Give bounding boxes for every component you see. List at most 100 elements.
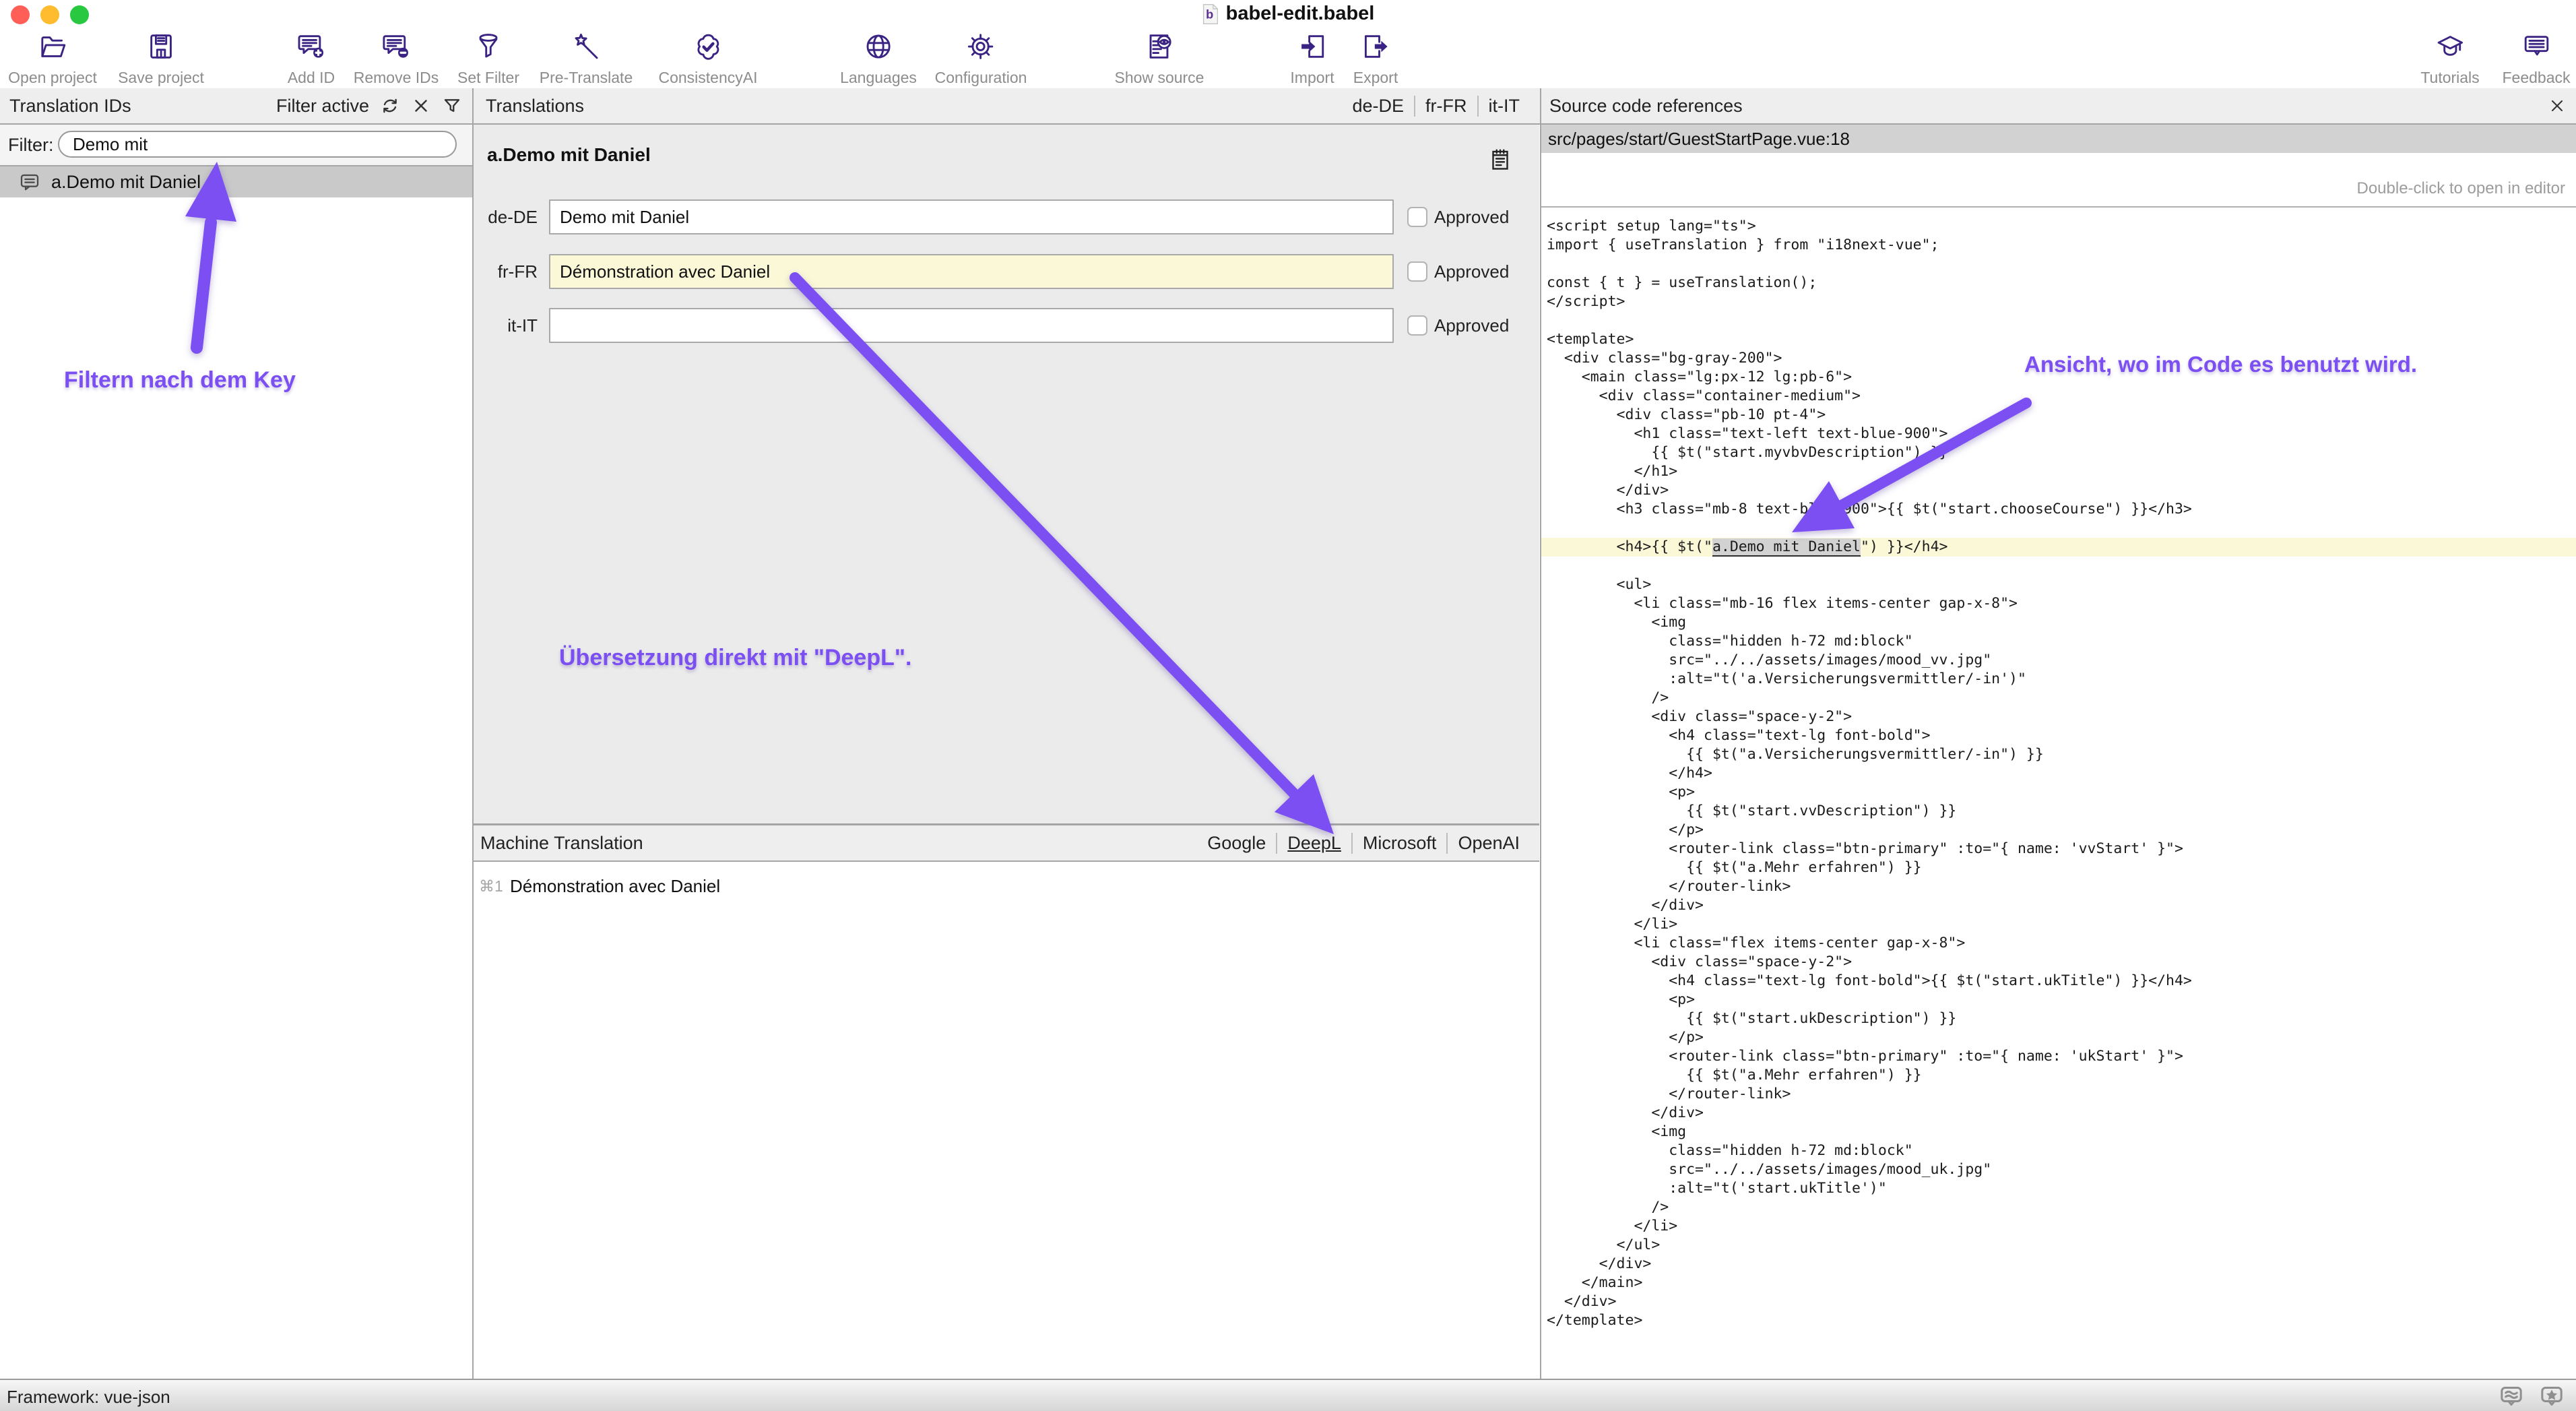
shortcut-badge: ⌘1 <box>479 877 510 896</box>
graduation-cap-icon <box>2435 31 2466 65</box>
code-line: <p> <box>1541 783 2576 802</box>
toolbar: Open project Save project Add ID Remove … <box>0 30 2576 90</box>
translation-input-it[interactable] <box>549 308 1394 343</box>
code-line: const { t } = useTranslation(); <box>1541 274 2576 292</box>
code-line: <template> <box>1541 330 2576 349</box>
floppy-disk-icon <box>146 31 176 65</box>
consistency-ai-button[interactable]: ConsistencyAI <box>658 31 757 87</box>
code-line: </div> <box>1541 481 2576 500</box>
languages-button[interactable]: Languages <box>840 31 917 87</box>
clear-filter-icon[interactable] <box>411 96 431 116</box>
translation-row-it: it-IT Approved <box>476 308 1509 343</box>
code-line: <p> <box>1541 991 2576 1009</box>
code-line: <h4>{{ $t("a.Demo mit Daniel") }}</h4> <box>1541 538 2576 557</box>
gear-icon <box>965 31 996 65</box>
tutorials-button[interactable]: Tutorials <box>2420 31 2479 87</box>
toolbar-item-label: Open project <box>8 69 97 87</box>
feedback-button[interactable]: Feedback <box>2502 31 2570 87</box>
code-line: /> <box>1541 689 2576 708</box>
toolbar-item-label: Remove IDs <box>354 69 439 87</box>
magic-wand-icon <box>571 31 602 65</box>
code-line: <h4 class="text-lg font-bold"> <box>1541 726 2576 745</box>
code-line: {{ $t("start.vvDescription") }} <box>1541 802 2576 821</box>
code-line: </p> <box>1541 1028 2576 1047</box>
babeledit-window: b babel-edit.babel Open project Save pro… <box>0 0 2576 1411</box>
remove-ids-button[interactable]: Remove IDs <box>354 31 439 87</box>
provider-tab-google[interactable]: Google <box>1197 833 1276 854</box>
code-line: </li> <box>1541 1217 2576 1236</box>
code-line: /> <box>1541 1198 2576 1217</box>
provider-tab-openai[interactable]: OpenAI <box>1446 833 1530 854</box>
approved-label: Approved <box>1434 207 1509 228</box>
source-code-view[interactable]: <script setup lang="ts">import { useTran… <box>1541 209 2576 1379</box>
provider-tab-microsoft[interactable]: Microsoft <box>1351 833 1447 854</box>
translations-editor: a.Demo mit Daniel de-DE Approved fr-FR A… <box>474 125 1539 823</box>
toolbar-item-label: Feedback <box>2502 69 2570 87</box>
language-tab-it[interactable]: it-IT <box>1477 96 1531 117</box>
mt-suggestion-text: Démonstration avec Daniel <box>510 876 720 897</box>
pre-translate-button[interactable]: Pre-Translate <box>540 31 633 87</box>
release-notes-icon[interactable] <box>2497 1383 2526 1410</box>
language-tab-de[interactable]: de-DE <box>1342 96 1414 117</box>
translations-title: Translations <box>486 96 584 117</box>
set-filter-button[interactable]: Set Filter <box>457 31 519 87</box>
annotation-deepl-note: Übersetzung direkt mit "DeepL". <box>559 645 911 671</box>
code-line: src="../../assets/images/mood_vv.jpg" <box>1541 651 2576 670</box>
add-id-button[interactable]: Add ID <box>288 31 335 87</box>
filter-row: Filter: <box>0 125 472 166</box>
configuration-button[interactable]: Configuration <box>935 31 1027 87</box>
annotation-filter-note: Filtern nach dem Key <box>64 367 296 394</box>
approved-checkbox-de[interactable] <box>1407 207 1427 227</box>
code-line: <div class="space-y-2"> <box>1541 953 2576 972</box>
panel-divider-right[interactable] <box>1540 88 1541 1379</box>
approved-checkbox-fr[interactable] <box>1407 261 1427 282</box>
mt-suggestion-row[interactable]: ⌘1 Démonstration avec Daniel <box>474 871 1539 901</box>
toolbar-item-label: ConsistencyAI <box>658 69 757 87</box>
filter-icon[interactable] <box>442 96 462 116</box>
provider-tab-deepl[interactable]: DeepL <box>1276 833 1351 854</box>
save-project-button[interactable]: Save project <box>118 31 204 87</box>
open-project-button[interactable]: Open project <box>8 31 97 87</box>
translation-ids-header: Translation IDs Filter active <box>9 88 462 123</box>
panel-headers: Translation IDs Filter active Translatio… <box>0 88 2576 125</box>
framework-status: Framework: vue-json <box>7 1387 170 1408</box>
code-line: :alt="t('start.ukTitle')" <box>1541 1179 2576 1198</box>
code-line: </router-link> <box>1541 877 2576 896</box>
translation-id-item-selected[interactable]: a.Demo mit Daniel <box>0 166 472 197</box>
translation-input-fr[interactable] <box>549 254 1394 289</box>
export-button[interactable]: Export <box>1353 31 1398 87</box>
code-line: <h3 class="mb-8 text-blue-900">{{ $t("st… <box>1541 500 2576 519</box>
language-label: de-DE <box>476 207 538 228</box>
toolbar-item-label: Export <box>1353 69 1398 87</box>
toolbar-item-label: Configuration <box>935 69 1027 87</box>
rate-app-icon[interactable] <box>2537 1383 2567 1410</box>
approved-checkbox-it[interactable] <box>1407 315 1427 336</box>
translation-ids-title: Translation IDs <box>9 96 131 117</box>
provider-tabs: Google DeepL Microsoft OpenAI <box>1197 833 1530 854</box>
machine-translation-body: ⌘1 Démonstration avec Daniel <box>474 862 1539 1379</box>
code-line: </script> <box>1541 292 2576 311</box>
language-label: fr-FR <box>476 261 538 282</box>
translation-input-de[interactable] <box>549 199 1394 234</box>
toolbar-item-label: Show source <box>1115 69 1204 87</box>
code-line: <ul> <box>1541 575 2576 594</box>
import-button[interactable]: Import <box>1290 31 1334 87</box>
filter-input[interactable] <box>58 131 457 158</box>
document-eye-icon <box>1144 31 1175 65</box>
code-line: </div> <box>1541 1255 2576 1274</box>
machine-translation-header: Machine Translation Google DeepL Microso… <box>474 825 1539 862</box>
translations-header: Translations de-DE fr-FR it-IT <box>486 88 1530 123</box>
speech-bubble-icon <box>2521 31 2552 65</box>
toolbar-item-label: Tutorials <box>2420 69 2479 87</box>
code-line: {{ $t("start.myvbvDescription") }} <box>1541 443 2576 462</box>
code-line: <img <box>1541 613 2576 632</box>
code-line: <h4 class="text-lg font-bold">{{ $t("sta… <box>1541 972 2576 991</box>
show-source-button[interactable]: Show source <box>1115 31 1204 87</box>
source-reference-item[interactable]: src/pages/start/GuestStartPage.vue:18 <box>1541 125 2576 153</box>
notes-icon[interactable] <box>1488 148 1512 172</box>
toolbar-item-label: Add ID <box>288 69 335 87</box>
panel-divider-left[interactable] <box>472 88 474 1379</box>
language-tab-fr[interactable]: fr-FR <box>1414 96 1477 117</box>
refresh-icon[interactable] <box>380 96 400 116</box>
close-panel-icon[interactable] <box>2548 96 2567 115</box>
